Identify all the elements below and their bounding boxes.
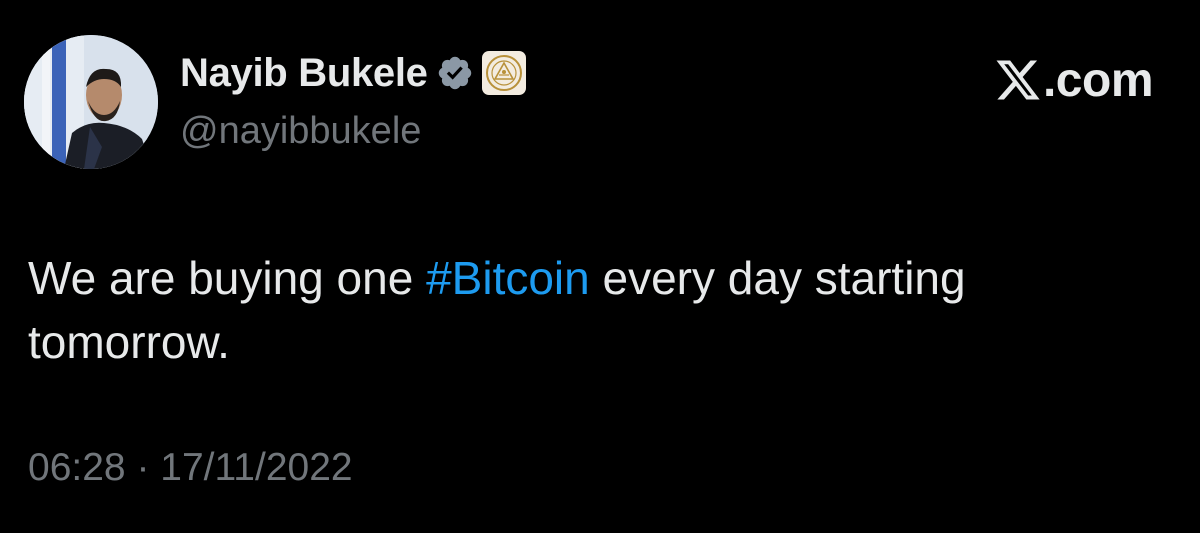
brand-watermark: .com — [994, 52, 1154, 108]
username-handle[interactable]: @nayibbukele — [180, 110, 421, 153]
el-salvador-coat-of-arms-icon[interactable] — [481, 51, 526, 95]
tweet-time: 06:28 — [28, 446, 126, 489]
tweet-text-before: We are buying one — [28, 252, 427, 304]
display-name[interactable]: Nayib Bukele — [180, 51, 428, 96]
hashtag-link[interactable]: #Bitcoin — [426, 252, 590, 304]
tweet-card: Nayib Bukele @nayibbukele .com We are bu… — [0, 0, 1200, 533]
tweet-body: We are buying one #Bitcoin every day sta… — [28, 246, 1148, 374]
timestamp-separator: · — [136, 446, 150, 489]
x-logo-icon — [994, 56, 1042, 104]
tweet-timestamp[interactable]: 06:28 · 17/11/2022 — [28, 446, 353, 490]
name-row: Nayib Bukele — [180, 48, 526, 98]
verified-check-icon[interactable] — [436, 54, 474, 92]
avatar[interactable] — [24, 35, 158, 169]
brand-domain-text: .com — [1042, 53, 1154, 107]
avatar-image — [24, 35, 158, 169]
tweet-date: 17/11/2022 — [160, 446, 353, 489]
